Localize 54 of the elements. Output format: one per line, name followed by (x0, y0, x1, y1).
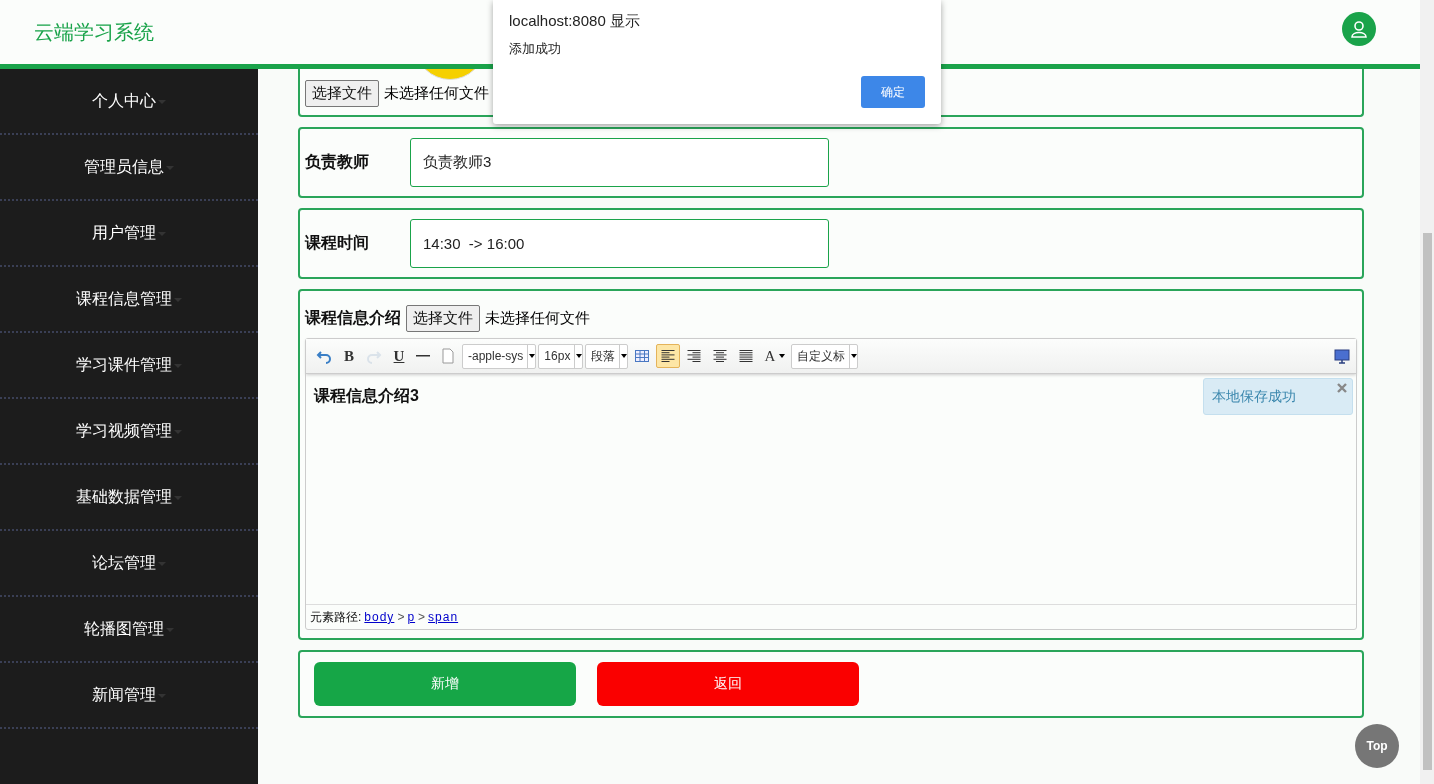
choose-file-button[interactable]: 选择文件 (305, 80, 379, 107)
path-link[interactable]: body (364, 610, 395, 624)
toolbar-dropdown[interactable]: 段落 (585, 343, 629, 369)
sidebar-item[interactable]: 管理员信息 (0, 135, 258, 201)
sidebar-item[interactable]: 基础数据管理 (0, 465, 258, 531)
toolbar-button[interactable] (656, 344, 681, 368)
dialog-message: 添加成功 (509, 40, 562, 58)
path-link[interactable]: p (407, 610, 416, 624)
back-to-top-button[interactable]: Top (1355, 724, 1399, 768)
user-avatar-icon[interactable] (1342, 12, 1376, 46)
path-separator: > (418, 610, 426, 624)
monitor-icon[interactable] (1334, 348, 1350, 364)
path-link[interactable]: span (428, 610, 459, 624)
element-path-label: 元素路径: (310, 608, 362, 626)
editor-content: 课程信息介绍3 (314, 387, 419, 404)
font-color-button[interactable]: A (760, 344, 790, 368)
redo-icon (366, 348, 382, 364)
sidebar-item[interactable]: 个人中心 (0, 69, 258, 135)
toolbar-dropdown[interactable]: -apple-sys (462, 343, 537, 369)
choose-file-button[interactable]: 选择文件 (406, 305, 480, 332)
sidebar-item[interactable]: 课程信息管理 (0, 267, 258, 333)
toolbar-dropdown[interactable]: 自定义标 (791, 343, 859, 369)
sidebar-item[interactable]: 论坛管理 (0, 531, 258, 597)
justify-icon (738, 348, 755, 364)
save-notice: 本地保存成功 (1203, 378, 1353, 415)
sidebar-item[interactable]: 学习课件管理 (0, 333, 258, 399)
align-center-icon (712, 348, 729, 364)
path-separator: > (397, 610, 405, 624)
file-status: 未选择任何文件 (384, 84, 489, 103)
close-icon[interactable] (1337, 383, 1347, 393)
sidebar-item[interactable]: 新闻管理 (0, 663, 258, 729)
sidebar-item[interactable]: 用户管理 (0, 201, 258, 267)
field-label: 负责教师 (305, 152, 370, 173)
sidebar-item[interactable]: 学习视频管理 (0, 399, 258, 465)
underline-button[interactable]: U (388, 344, 410, 368)
table-icon (634, 348, 651, 364)
file-status: 未选择任何文件 (485, 309, 590, 328)
back-button[interactable]: 返回 (597, 662, 859, 706)
align-left-icon (660, 348, 677, 364)
dialog-title: localhost:8080 显示 (509, 12, 641, 31)
bold-button[interactable]: B (338, 344, 360, 368)
field-label: 课程时间 (305, 233, 370, 253)
page-icon (440, 348, 456, 364)
scrollbar[interactable] (1420, 0, 1434, 784)
input-field[interactable]: 负责教师3 (410, 138, 829, 187)
field-label: 课程信息介绍 (305, 308, 401, 328)
input-field[interactable]: 14:30 -> 16:00 (410, 219, 829, 268)
sidebar-item[interactable]: 轮播图管理 (0, 597, 258, 663)
site-title: 云端学习系统 (34, 19, 154, 45)
undo-icon (316, 348, 332, 364)
toolbar-dropdown[interactable]: 16px (538, 343, 584, 369)
ok-button[interactable]: 确定 (861, 76, 925, 108)
horizontal-line-icon (416, 355, 430, 357)
align-right-icon (686, 348, 703, 364)
